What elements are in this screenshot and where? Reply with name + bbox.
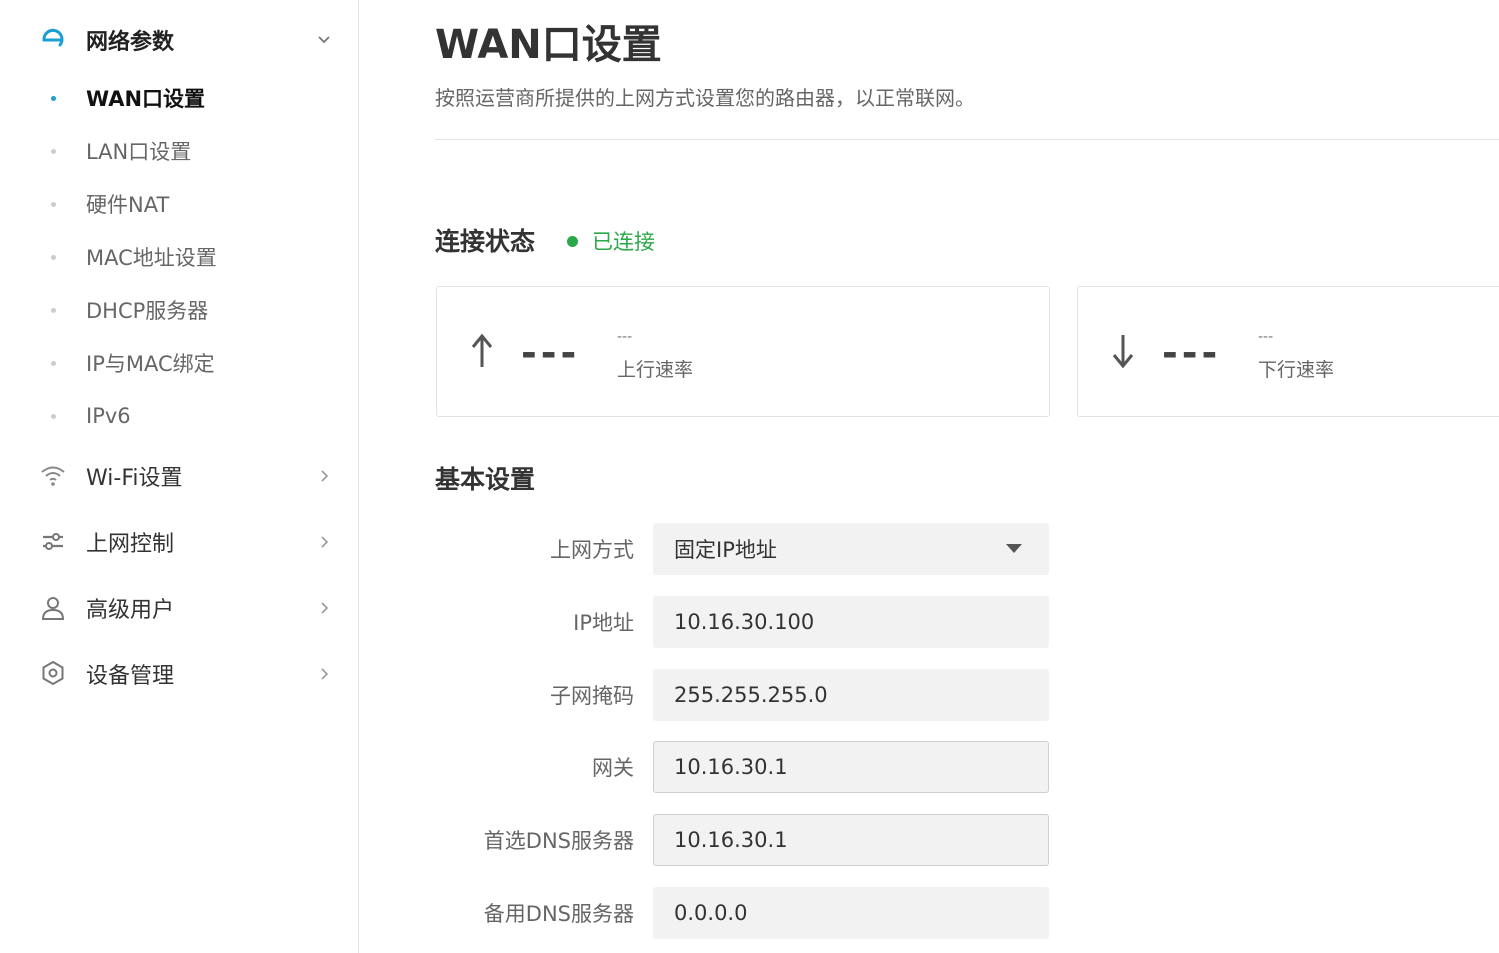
field-label: 首选DNS服务器 — [483, 829, 634, 853]
bullet-dot — [51, 201, 56, 207]
sidebar-group-access-control[interactable]: 上网控制 — [0, 522, 358, 562]
divider — [435, 139, 1499, 140]
field-label: 网关 — [592, 756, 634, 780]
sliders-icon — [38, 527, 68, 557]
form-row-gateway: 网关 10.16.30.1 — [359, 741, 1059, 795]
field-label: 子网掩码 — [550, 684, 634, 708]
sidebar-item-lan[interactable]: LAN口设置 — [0, 133, 358, 169]
sidebar-group-label: Wi-Fi设置 — [86, 466, 183, 491]
ip-address-input[interactable]: 10.16.30.100 — [653, 596, 1049, 648]
secondary-dns-input[interactable]: 0.0.0.0 — [653, 887, 1049, 939]
sidebar-item-label: DHCP服务器 — [86, 299, 209, 323]
bullet-dot — [51, 307, 56, 313]
chevron-right-icon — [314, 598, 334, 618]
caret-down-icon — [1006, 544, 1022, 553]
sidebar-item-mac[interactable]: MAC地址设置 — [0, 239, 358, 275]
basic-settings-heading: 基本设置 — [435, 465, 536, 494]
form-row-ip: IP地址 10.16.30.100 — [359, 596, 1059, 650]
bullet-dot — [51, 148, 56, 154]
primary-dns-input[interactable]: 10.16.30.1 — [653, 814, 1049, 866]
sidebar-item-label: WAN口设置 — [86, 87, 206, 111]
user-icon — [38, 593, 68, 623]
main-content: WAN口设置 按照运营商所提供的上网方式设置您的路由器，以正常联网。 连接状态 … — [359, 0, 1499, 953]
download-speed-card: --- --- 下行速率 — [1077, 286, 1499, 417]
sidebar-group-label: 网络参数 — [86, 30, 175, 55]
form-row-mask: 子网掩码 255.255.255.0 — [359, 669, 1059, 723]
upload-speed-label: 上行速率 — [617, 359, 694, 381]
field-label: 上网方式 — [550, 538, 634, 562]
sidebar-item-label: 硬件NAT — [86, 193, 170, 217]
download-speed-unit: --- — [1258, 329, 1274, 345]
connection-status-heading: 连接状态 — [435, 227, 536, 256]
subnet-mask-input[interactable]: 255.255.255.0 — [653, 669, 1049, 721]
chevron-right-icon — [314, 664, 334, 684]
sidebar-item-hardware-nat[interactable]: 硬件NAT — [0, 186, 358, 222]
form-row-mode: 上网方式 固定IP地址 — [359, 523, 1059, 577]
page-description: 按照运营商所提供的上网方式设置您的路由器，以正常联网。 — [435, 86, 975, 110]
sidebar-item-label: IP与MAC绑定 — [86, 352, 215, 376]
wifi-icon — [38, 461, 68, 491]
gear-icon — [38, 659, 68, 689]
bullet-dot — [51, 413, 56, 419]
status-text: 已连接 — [592, 230, 655, 254]
sidebar-item-wan[interactable]: WAN口设置 — [0, 80, 358, 116]
field-label: IP地址 — [573, 611, 634, 635]
arrow-up-icon — [467, 331, 497, 371]
page-title: WAN口设置 — [435, 22, 662, 68]
select-value: 固定IP地址 — [674, 538, 777, 562]
form-row-dns1: 首选DNS服务器 10.16.30.1 — [359, 814, 1059, 868]
sidebar-group-network[interactable]: 网络参数 — [0, 20, 358, 60]
network-icon — [38, 25, 68, 55]
chevron-down-icon — [314, 30, 334, 50]
chevron-right-icon — [314, 532, 334, 552]
status-badge: 已连接 — [567, 226, 655, 256]
field-label: 备用DNS服务器 — [483, 902, 634, 926]
sidebar-item-dhcp[interactable]: DHCP服务器 — [0, 292, 358, 328]
bullet-dot — [51, 254, 56, 260]
download-speed-label: 下行速率 — [1258, 359, 1335, 381]
sidebar-item-label: LAN口设置 — [86, 140, 192, 164]
sidebar-group-advanced-user[interactable]: 高级用户 — [0, 588, 358, 628]
form-row-dns2: 备用DNS服务器 0.0.0.0 — [359, 887, 1059, 941]
sidebar-group-device-management[interactable]: 设备管理 — [0, 654, 358, 694]
arrow-down-icon — [1108, 331, 1138, 371]
sidebar-group-wifi[interactable]: Wi-Fi设置 — [0, 456, 358, 496]
upload-speed-card: --- --- 上行速率 — [436, 286, 1050, 417]
upload-speed-value: --- — [521, 331, 581, 375]
bullet-dot — [51, 95, 56, 101]
sidebar-item-label: IPv6 — [86, 404, 131, 428]
sidebar-item-ipv6[interactable]: IPv6 — [0, 398, 358, 434]
sidebar-item-label: MAC地址设置 — [86, 246, 217, 270]
sidebar-group-label: 设备管理 — [86, 664, 175, 689]
upload-speed-unit: --- — [617, 329, 633, 345]
bullet-dot — [51, 360, 56, 366]
sidebar-group-label: 高级用户 — [86, 598, 175, 623]
download-speed-value: --- — [1162, 331, 1222, 375]
connection-mode-select[interactable]: 固定IP地址 — [653, 523, 1049, 575]
sidebar-group-label: 上网控制 — [86, 532, 175, 557]
sidebar-item-ip-mac-binding[interactable]: IP与MAC绑定 — [0, 345, 358, 381]
sidebar: 网络参数 WAN口设置 LAN口设置 硬件NAT MAC地址设置 DHCP服务器… — [0, 0, 359, 953]
chevron-right-icon — [314, 466, 334, 486]
status-dot — [567, 235, 578, 247]
gateway-input[interactable]: 10.16.30.1 — [653, 741, 1049, 793]
